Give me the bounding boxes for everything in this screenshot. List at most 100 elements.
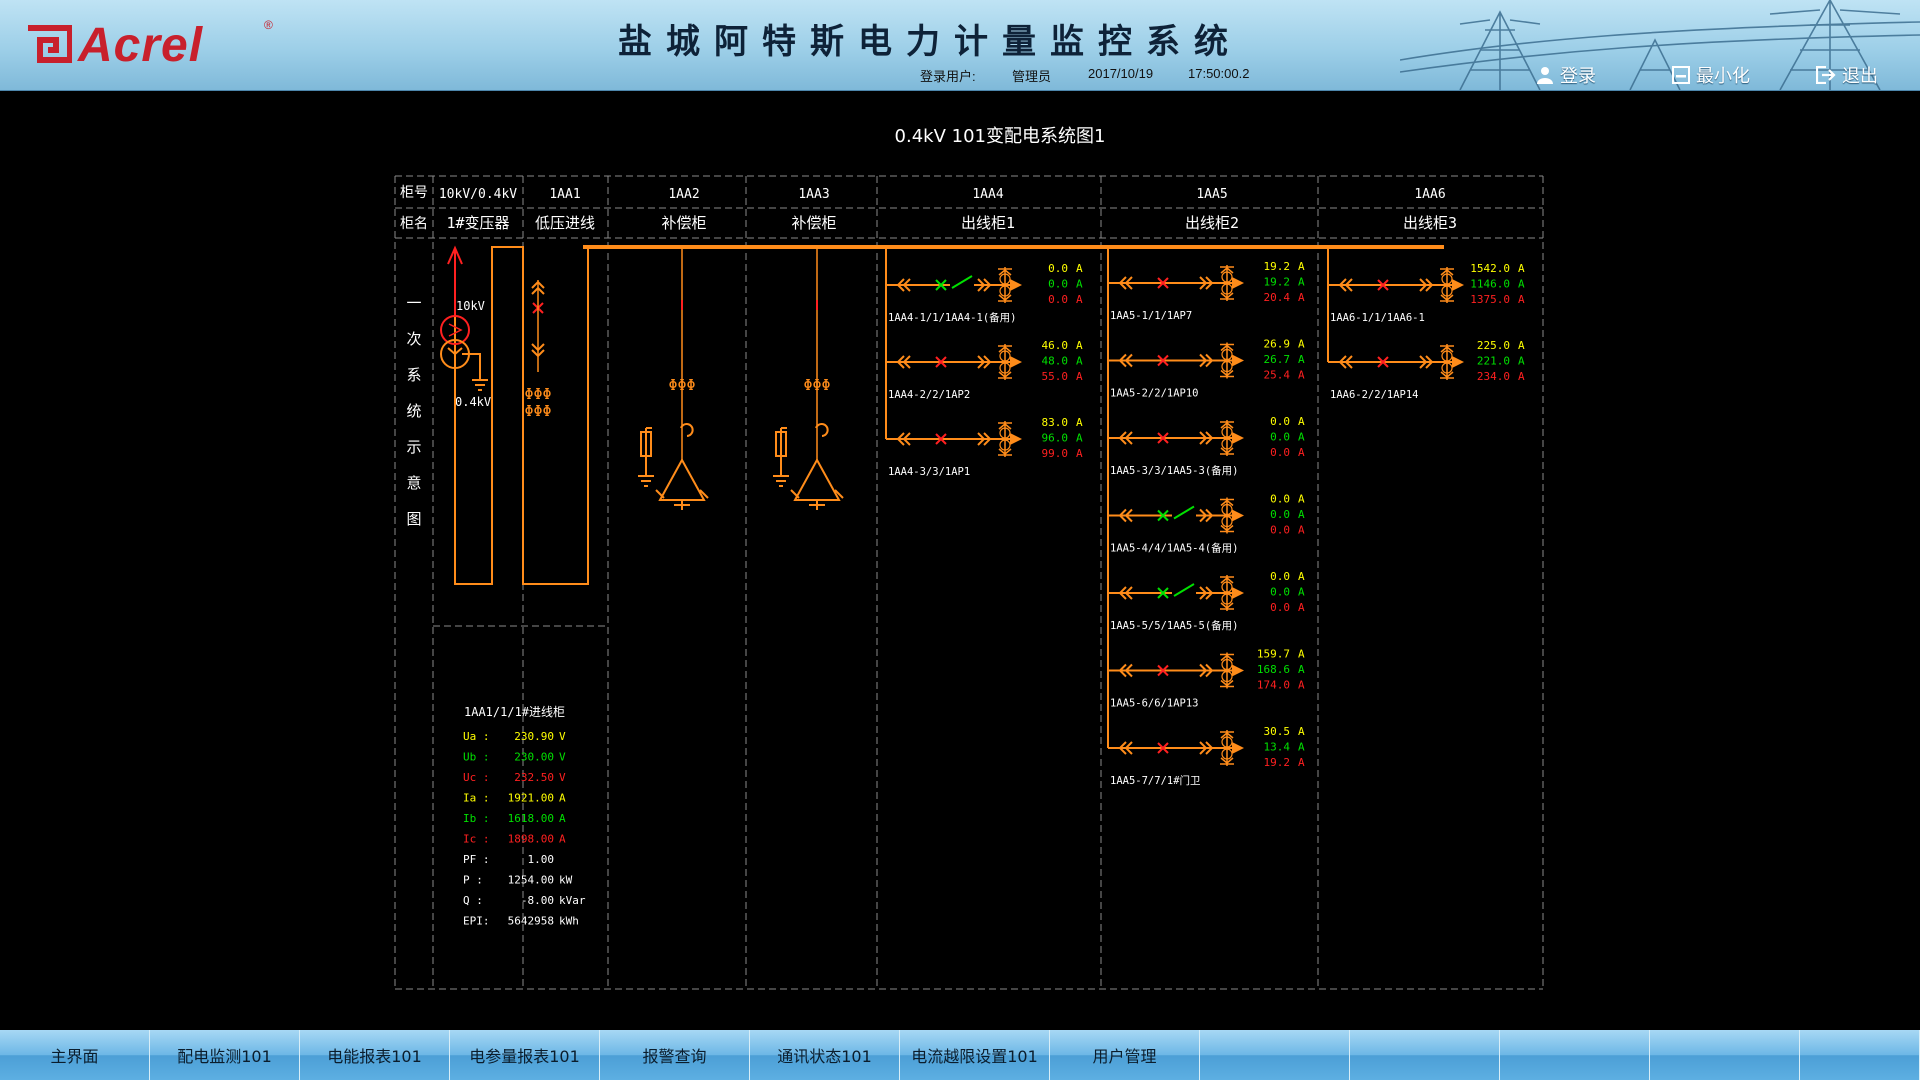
feeder-arrow-icon [1010, 433, 1022, 445]
feeder-current-c: 55.0 [1042, 370, 1069, 383]
feeder-current-c: 20.4 [1264, 291, 1291, 304]
feeder-arrow-icon [1010, 356, 1022, 368]
cabinet-name: 补偿柜 [791, 214, 836, 232]
feeder-branch[interactable]: 1AA5-6/6/1AP13 159.7 A 168.6 A 174.0 A [1108, 648, 1305, 710]
incoming-param-value: 1.00 [528, 853, 555, 866]
feeder-current-unit: A [1298, 415, 1305, 428]
side-label-char: 图 [406, 510, 421, 528]
feeder-current-unit: A [1076, 370, 1083, 383]
feeder-branch[interactable]: 1AA4-2/2/1AP2 46.0 A 48.0 A 55.0 A [886, 339, 1083, 401]
nav-tab[interactable] [1800, 1030, 1920, 1080]
feeder-current-unit: A [1298, 353, 1305, 366]
incoming-param-unit: kWh [559, 915, 579, 928]
feeder-arrow-icon [1232, 432, 1244, 444]
feeder-name: 1AA5-6/6/1AP13 [1110, 698, 1199, 710]
nav-tab[interactable]: 用户管理 [1050, 1030, 1200, 1080]
feeder-current-b: 0.0 [1270, 431, 1290, 444]
nav-tab[interactable]: 主界面 [0, 1030, 150, 1080]
feeder-branch[interactable]: 1AA5-2/2/1AP10 26.9 A 26.7 A 25.4 A [1108, 338, 1305, 400]
feeder-current-b: 0.0 [1270, 508, 1290, 521]
feeder-name: 1AA5-3/3/1AA5-3(备用) [1110, 464, 1238, 477]
nav-tab[interactable]: 电参量报表101 [450, 1030, 600, 1080]
feeder-current-unit: A [1518, 355, 1525, 368]
feeder-current-a: 159.7 [1257, 648, 1290, 661]
feeder-current-unit: A [1298, 276, 1305, 289]
incoming-param-label: PF : [463, 853, 490, 866]
feeder-branch[interactable]: 1AA5-1/1/1AP7 19.2 A 19.2 A 20.4 A [1108, 260, 1305, 322]
side-label-char: 意 [406, 474, 421, 492]
feeder-current-unit: A [1298, 756, 1305, 769]
feeder-current-unit: A [1298, 741, 1305, 754]
incoming-param-unit: kVar [559, 894, 586, 907]
cabinet-no: 1AA6 [1414, 187, 1445, 202]
incoming-param-label: P : [463, 874, 483, 887]
feeder-arrow-icon [1232, 742, 1244, 754]
feeder-name: 1AA4-1/1/1AA4-1(备用) [888, 311, 1016, 324]
nav-tab[interactable]: 电流越限设置101 [900, 1030, 1050, 1080]
feeder-current-b: 26.7 [1264, 353, 1291, 366]
row-label-cabinet-name: 柜名 [400, 216, 428, 232]
feeder-current-b: 48.0 [1042, 355, 1069, 368]
feeder-current-unit: A [1518, 339, 1525, 352]
feeder-current-a: 225.0 [1477, 339, 1510, 352]
feeder-branch[interactable]: 1AA5-5/5/1AA5-5(备用) 0.0 A 0.0 A 0.0 A [1108, 570, 1305, 632]
feeder-current-a: 0.0 [1270, 415, 1290, 428]
incoming-param-label: Uc : [463, 771, 490, 784]
feeder-current-c: 1375.0 [1470, 293, 1510, 306]
incoming-param-label: Ia : [463, 792, 490, 805]
nav-tab[interactable]: 配电监测101 [150, 1030, 300, 1080]
feeder-arrow-icon [1232, 587, 1244, 599]
feeder-current-a: 19.2 [1264, 260, 1291, 273]
feeder-current-unit: A [1076, 278, 1083, 291]
cabinet-no: 10kV/0.4kV [439, 187, 517, 202]
nav-tab[interactable] [1350, 1030, 1500, 1080]
feeder-branch[interactable]: 1AA4-3/3/1AP1 83.0 A 96.0 A 99.0 A [886, 416, 1083, 478]
feeder-current-unit: A [1298, 493, 1305, 506]
feeder-current-c: 19.2 [1264, 756, 1291, 769]
transformer-hv-label: 10kV [456, 299, 485, 313]
feeder-branch[interactable]: 1AA5-4/4/1AA5-4(备用) 0.0 A 0.0 A 0.0 A [1108, 493, 1305, 555]
nav-tab[interactable] [1200, 1030, 1350, 1080]
incoming-param-unit: A [559, 833, 566, 846]
feeder-current-a: 0.0 [1048, 262, 1068, 275]
row-label-cabinet-no: 柜号 [400, 185, 428, 201]
feeder-current-a: 0.0 [1270, 570, 1290, 583]
feeder-current-unit: A [1298, 725, 1305, 738]
nav-tab[interactable]: 电能报表101 [300, 1030, 450, 1080]
feeder-current-unit: A [1298, 679, 1305, 692]
feeder-arrow-icon [1232, 664, 1244, 677]
nav-tab[interactable]: 报警查询 [600, 1030, 750, 1080]
incoming-panel-title: 1AA1/1/1#进线柜 [464, 705, 565, 719]
nav-tab[interactable] [1650, 1030, 1800, 1080]
incoming-param-label: Q : [463, 894, 483, 907]
incoming-param-value: 5642958 [508, 915, 554, 928]
feeder-branch[interactable]: 1AA5-7/7/1#门卫 30.5 A 13.4 A 19.2 A [1108, 725, 1305, 787]
cabinet-no: 1AA4 [972, 187, 1003, 202]
feeder-current-unit: A [1076, 355, 1083, 368]
cabinet-name: 1#变压器 [446, 214, 509, 232]
feeder-branch[interactable]: 1AA6-2/2/1AP14 225.0 A 221.0 A 234.0 A [1328, 339, 1525, 401]
cabinet-name: 补偿柜 [661, 214, 706, 232]
capacitor-bank-icon [790, 457, 844, 510]
side-label-char: 次 [406, 330, 421, 348]
feeder-current-unit: A [1298, 648, 1305, 661]
feeder-current-unit: A [1518, 262, 1525, 275]
incoming-param-unit: V [559, 771, 566, 784]
feeder-branch[interactable]: 1AA6-1/1/1AA6-1 1542.0 A 1146.0 A 1375.0 A [1328, 262, 1525, 324]
feeder-branch[interactable]: 1AA5-3/3/1AA5-3(备用) 0.0 A 0.0 A 0.0 A [1108, 415, 1305, 477]
feeder-arrow-icon [1232, 277, 1244, 289]
feeder-arrow-icon [1010, 279, 1022, 291]
feeder-current-unit: A [1076, 447, 1083, 460]
feeder-current-unit: A [1076, 416, 1083, 429]
incoming-param-value: 1618.00 [508, 812, 554, 825]
feeder-current-a: 26.9 [1264, 338, 1291, 351]
feeder-current-a: 0.0 [1270, 493, 1290, 506]
feeder-name: 1AA6-2/2/1AP14 [1330, 389, 1419, 401]
transformer-loop [454, 246, 589, 585]
nav-tab[interactable]: 通讯状态101 [750, 1030, 900, 1080]
feeder-current-unit: A [1518, 278, 1525, 291]
nav-tab[interactable] [1500, 1030, 1650, 1080]
feeder-branch[interactable]: 1AA4-1/1/1AA4-1(备用) 0.0 A 0.0 A 0.0 A [886, 262, 1083, 324]
incoming-param-label: EPI: [463, 915, 490, 928]
feeder-current-b: 96.0 [1042, 432, 1069, 445]
